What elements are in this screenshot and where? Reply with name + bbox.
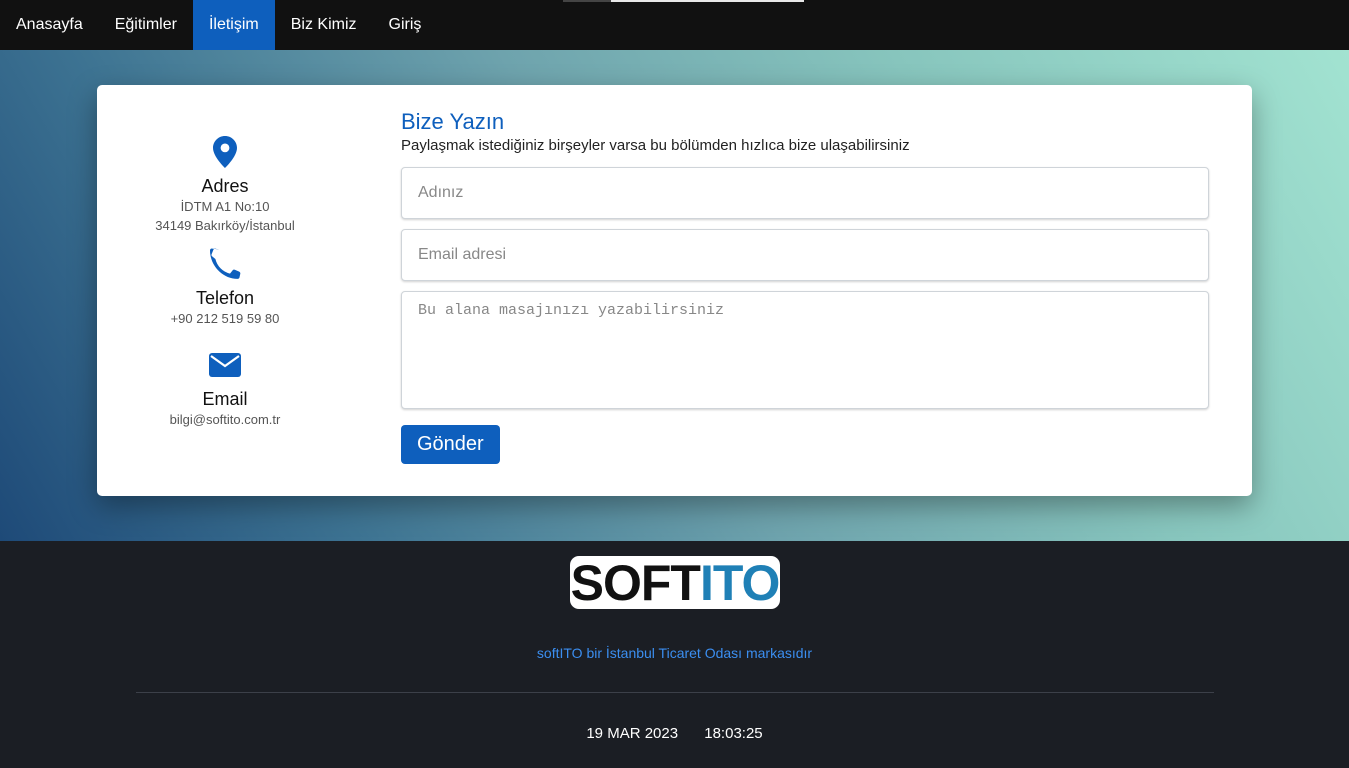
email-block: Email bilgi@softito.com.tr — [125, 348, 325, 429]
footer-brand-note[interactable]: softITO bir İstanbul Ticaret Odası marka… — [0, 645, 1349, 661]
submit-button[interactable]: Gönder — [401, 425, 500, 464]
address-line-1: İDTM A1 No:10 — [180, 199, 270, 214]
phone-icon — [208, 247, 242, 281]
address-line-2: 34149 Bakırköy/İstanbul — [155, 218, 295, 233]
address-title: Adres — [201, 176, 249, 196]
name-input[interactable] — [401, 167, 1209, 219]
email-title: Email — [202, 389, 248, 409]
nav-item-anasayfa[interactable]: Anasayfa — [0, 0, 99, 50]
footer-divider — [136, 692, 1214, 693]
email-value: bilgi@softito.com.tr — [169, 412, 281, 427]
address-block: Adres İDTM A1 No:10 34149 Bakırköy/İstan… — [125, 135, 325, 235]
nav-item-biz-kimiz[interactable]: Biz Kimiz — [275, 0, 373, 50]
nav-item-giris[interactable]: Giriş — [373, 0, 438, 50]
footer-time: 18:03:25 — [704, 725, 763, 742]
form-title: Bize Yazın — [401, 109, 505, 134]
envelope-icon — [208, 348, 242, 382]
footer-date: 19 MAR 2023 — [586, 725, 679, 742]
message-textarea[interactable] — [401, 291, 1209, 409]
form-subtitle: Paylaşmak istediğiniz birşeyler varsa bu… — [401, 137, 910, 154]
logo-text-ito: ITO — [699, 554, 780, 611]
footer: SOFT ITO softITO bir İstanbul Ticaret Oda… — [0, 541, 1349, 768]
phone-block: Telefon +90 212 519 59 80 — [125, 247, 325, 328]
nav-item-egitimler[interactable]: Eğitimler — [99, 0, 193, 50]
phone-title: Telefon — [195, 288, 255, 308]
top-navbar: Anasayfa Eğitimler İletişim Biz Kimiz Gi… — [0, 0, 1349, 50]
top-edge-strip — [563, 0, 804, 2]
footer-datetime: 19 MAR 2023 18:03:25 — [0, 725, 1349, 742]
contact-section: Adres İDTM A1 No:10 34149 Bakırköy/İstan… — [0, 50, 1349, 541]
softito-logo[interactable]: SOFT ITO — [570, 556, 780, 609]
contact-form: Bize Yazın Paylaşmak istediğiniz birşeyl… — [401, 109, 1209, 464]
email-input[interactable] — [401, 229, 1209, 281]
contact-card: Adres İDTM A1 No:10 34149 Bakırköy/İstan… — [97, 85, 1252, 496]
contact-info-column: Adres İDTM A1 No:10 34149 Bakırköy/İstan… — [125, 135, 325, 429]
location-pin-icon — [208, 135, 242, 169]
logo-text-soft: SOFT — [570, 554, 701, 611]
nav-item-iletisim[interactable]: İletişim — [192, 0, 275, 50]
phone-value: +90 212 519 59 80 — [170, 311, 280, 326]
